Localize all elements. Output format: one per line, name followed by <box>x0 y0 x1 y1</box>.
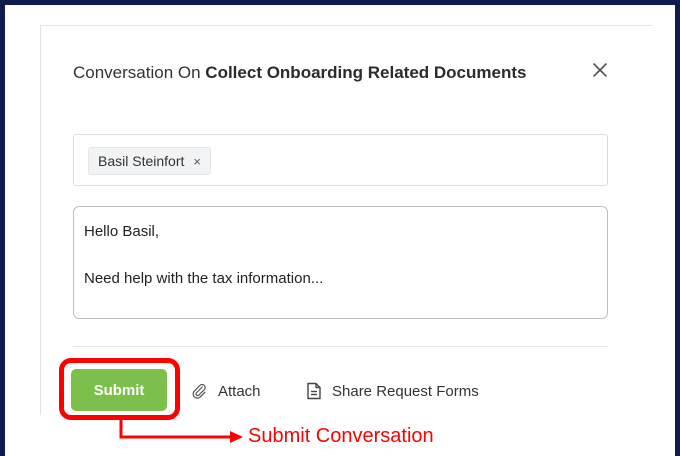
dialog-title-subject: Collect Onboarding Related Documents <box>205 63 527 82</box>
share-request-forms-label: Share Request Forms <box>332 382 479 400</box>
close-button[interactable] <box>588 58 612 82</box>
close-icon <box>593 63 607 77</box>
recipient-chip-label: Basil Steinfort <box>98 153 185 169</box>
message-body: Need help with the tax information... <box>84 270 324 287</box>
document-icon <box>307 382 321 400</box>
attach-button[interactable]: Attach <box>190 379 261 403</box>
attach-label: Attach <box>218 382 261 400</box>
callout-label: Submit Conversation <box>248 425 434 447</box>
dialog-title-prefix: Conversation On <box>73 63 206 82</box>
recipients-field[interactable]: Basil Steinfort × <box>73 134 608 186</box>
divider <box>73 346 608 347</box>
share-request-forms-button[interactable]: Share Request Forms <box>306 379 479 403</box>
remove-recipient-button[interactable]: × <box>193 154 201 169</box>
submit-button[interactable]: Submit <box>71 369 167 411</box>
paperclip-icon <box>192 383 206 399</box>
message-textarea[interactable]: Hello Basil, Need help with the tax info… <box>73 206 608 319</box>
dialog-title: Conversation On Collect Onboarding Relat… <box>73 59 533 87</box>
recipient-chip: Basil Steinfort × <box>88 147 211 175</box>
message-greeting: Hello Basil, <box>84 223 160 240</box>
